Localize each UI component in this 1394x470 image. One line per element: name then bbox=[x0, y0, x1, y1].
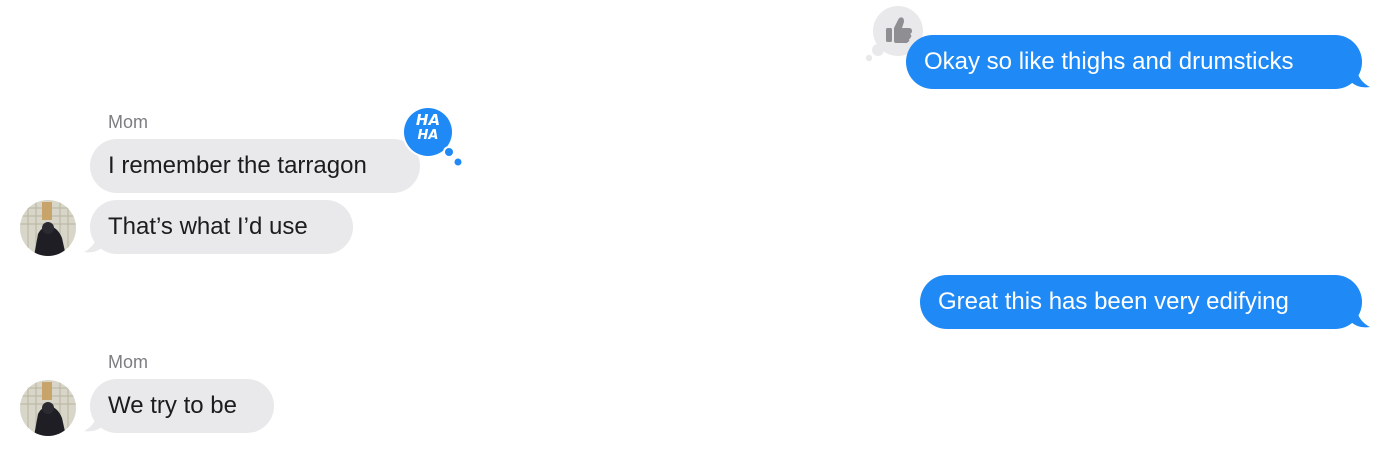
sender-name: Mom bbox=[108, 352, 148, 372]
bubble-tail bbox=[84, 411, 104, 432]
bubble-tail bbox=[84, 232, 104, 253]
haha-tapback[interactable]: HA HA bbox=[400, 104, 466, 168]
bubble-tail bbox=[1350, 67, 1370, 88]
message-bubble-outgoing[interactable]: Okay so like thighs and drumsticks bbox=[906, 35, 1362, 89]
haha-icon: HA HA bbox=[404, 112, 452, 144]
message-bubble-incoming[interactable]: I remember the tarragon bbox=[90, 139, 420, 193]
avatar[interactable] bbox=[20, 380, 76, 436]
haha-line-1: HA bbox=[415, 111, 441, 129]
bubble-tail bbox=[1350, 307, 1370, 328]
sender-name: Mom bbox=[108, 112, 148, 132]
avatar[interactable] bbox=[20, 200, 76, 256]
message-bubble-incoming[interactable]: That’s what I’d use bbox=[90, 200, 353, 254]
message-bubble-outgoing[interactable]: Great this has been very edifying bbox=[920, 275, 1362, 329]
message-bubble-incoming[interactable]: We try to be bbox=[90, 379, 274, 433]
conversation-transcript: Okay so like thighs and drumsticks Mom I… bbox=[0, 0, 1394, 470]
haha-line-2: HA bbox=[417, 128, 439, 143]
